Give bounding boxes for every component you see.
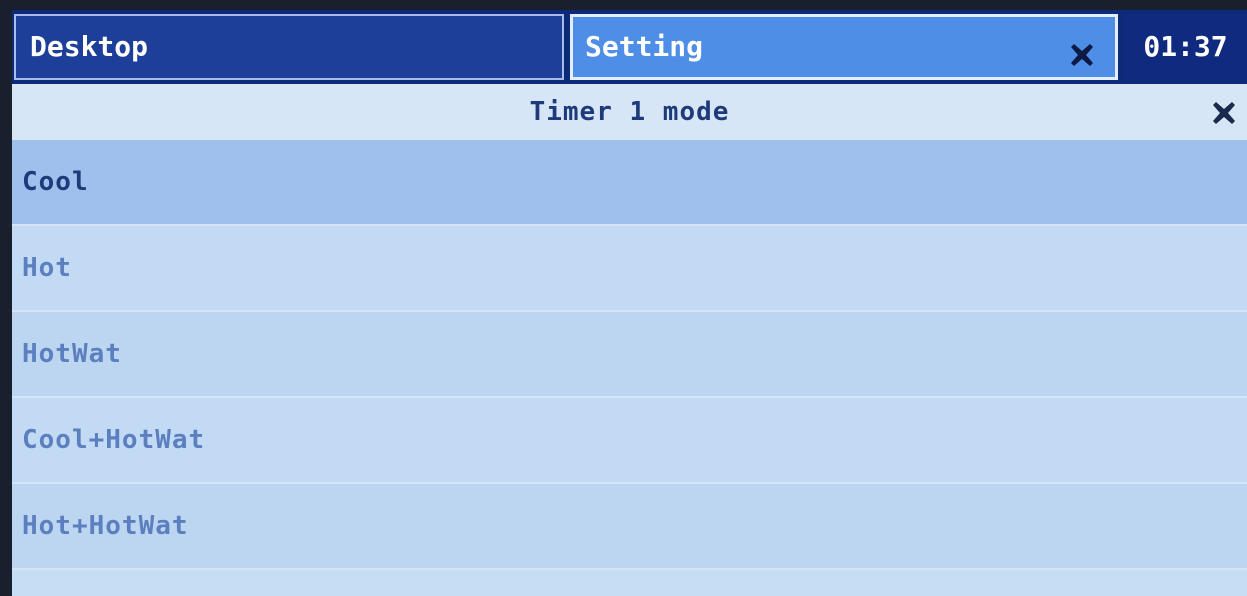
dialog-header: Timer 1 mode [12, 84, 1247, 140]
list-item-hotwat[interactable]: HotWat [12, 312, 1247, 398]
close-icon[interactable] [1209, 98, 1239, 128]
close-icon[interactable] [1067, 31, 1097, 66]
list-item-hot[interactable]: Hot [12, 226, 1247, 312]
tab-setting[interactable]: Setting [570, 14, 1118, 80]
clock: 01:37 [1124, 14, 1247, 80]
tab-desktop[interactable]: Desktop [14, 14, 564, 80]
list-item-label: HotWat [22, 339, 122, 369]
list-item-label: Hot [22, 253, 72, 283]
list-item-label: Hot+HotWat [22, 511, 189, 541]
list-item-cool-hotwat[interactable]: Cool+HotWat [12, 398, 1247, 484]
dialog-title: Timer 1 mode [529, 97, 730, 127]
top-bar: Desktop Setting 01:37 [12, 10, 1247, 84]
clock-time: 01:37 [1143, 30, 1228, 63]
device-screen: Desktop Setting 01:37 Timer 1 mode Cool … [12, 10, 1247, 596]
list-item-label: Cool+HotWat [22, 425, 206, 455]
tab-desktop-label: Desktop [30, 30, 149, 63]
list-item-cool[interactable]: Cool [12, 140, 1247, 226]
list-item-hot-hotwat[interactable]: Hot+HotWat [12, 484, 1247, 570]
list-item-label: Cool [22, 167, 89, 197]
tab-setting-label: Setting [585, 30, 704, 63]
mode-list: Cool Hot HotWat Cool+HotWat Hot+HotWat [12, 140, 1247, 570]
